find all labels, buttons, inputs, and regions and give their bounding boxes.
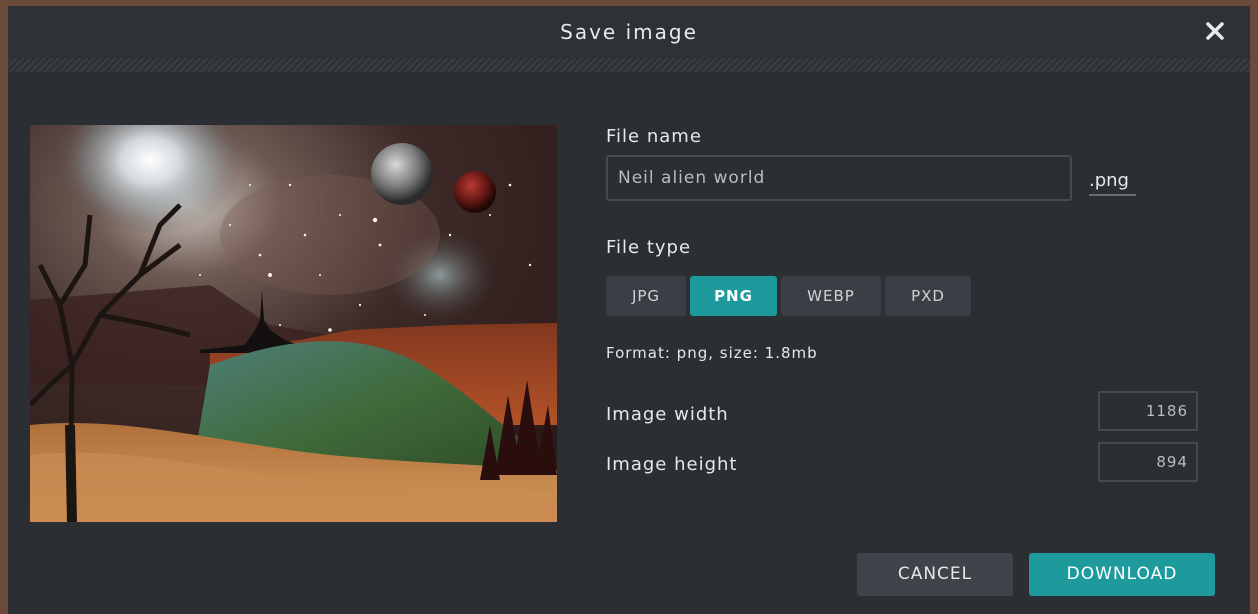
- file-type-png-button[interactable]: PNG: [690, 276, 777, 316]
- cancel-button[interactable]: CANCEL: [857, 553, 1013, 596]
- image-width-input[interactable]: 1186: [1098, 391, 1198, 431]
- close-icon: [1206, 22, 1224, 40]
- file-extension: .png: [1089, 170, 1136, 196]
- file-name-input[interactable]: [606, 155, 1072, 201]
- close-button[interactable]: [1202, 18, 1228, 44]
- image-preview: [30, 125, 557, 522]
- preview-image: [30, 125, 557, 522]
- file-type-pxd-button[interactable]: PXD: [885, 276, 971, 316]
- dialog-titlebar: Save image: [8, 6, 1250, 58]
- download-button[interactable]: DOWNLOAD: [1029, 553, 1215, 596]
- titlebar-divider: [8, 58, 1250, 72]
- save-image-dialog: Save image File name Neil alien world .p…: [8, 6, 1250, 614]
- image-width-label: Image width: [606, 404, 729, 425]
- image-height-label: Image height: [606, 454, 738, 475]
- file-type-webp-button[interactable]: WEBP: [781, 276, 881, 316]
- format-info: Format: png, size: 1.8mb: [606, 344, 818, 362]
- file-type-label: File type: [606, 237, 692, 258]
- image-height-input[interactable]: 894: [1098, 442, 1198, 482]
- dialog-title: Save image: [560, 20, 698, 44]
- file-type-jpg-button[interactable]: JPG: [606, 276, 686, 316]
- file-name-label: File name: [606, 126, 702, 147]
